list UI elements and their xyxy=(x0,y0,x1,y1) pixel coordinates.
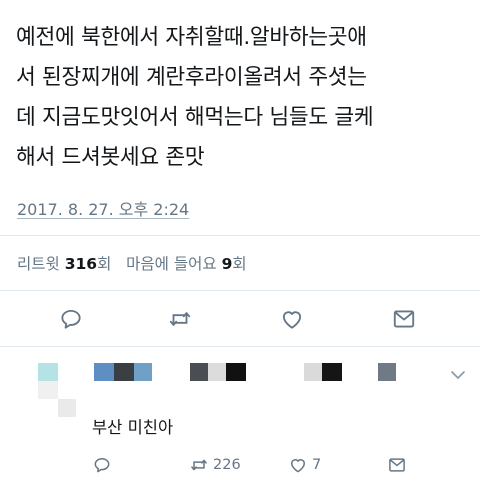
name-pixel xyxy=(190,363,208,381)
reply-reply-button[interactable] xyxy=(92,453,116,477)
retweets-count[interactable]: 316 xyxy=(65,255,97,273)
heart-icon xyxy=(282,311,302,329)
tweet-text-line: 예전에 북한에서 자취할때.알바하는곳애 xyxy=(16,25,367,50)
tweet-text: 예전에 북한에서 자취할때.알바하는곳애 서 된장찌개에 계란후라이올려서 주셧… xyxy=(16,18,468,178)
reply-menu-button[interactable] xyxy=(450,366,466,379)
share-button[interactable] xyxy=(391,306,421,336)
likes-unit: 회 xyxy=(232,255,247,273)
retweets-unit: 회 xyxy=(97,255,112,273)
reply-author-censored xyxy=(0,355,480,425)
heart-icon xyxy=(291,459,305,473)
reply-button[interactable] xyxy=(58,306,88,336)
tweet-text-line: 서 된장찌개에 계란후라이올려서 주셧는 xyxy=(16,65,367,90)
retweets-label: 리트윗 xyxy=(17,255,60,273)
tweet-actions xyxy=(0,306,480,336)
tweet-stats: 리트윗 316회 마음에 들어요 9회 xyxy=(17,252,247,274)
reply-actions: 226 7 xyxy=(0,453,480,477)
reply-like-button[interactable]: 7 xyxy=(288,453,321,477)
share-icon xyxy=(393,310,415,328)
likes-count[interactable]: 9 xyxy=(222,255,233,273)
tweet-text-line: 데 지금도맛잇어서 해먹는다 님들도 글케 xyxy=(16,105,374,130)
avatar-pixel xyxy=(38,363,58,381)
likes-label: 마음에 들어요 xyxy=(126,255,217,273)
chevron-down-icon xyxy=(451,371,465,379)
reply-text: 부산 미친아 xyxy=(92,418,174,437)
name-pixel xyxy=(304,363,322,381)
tweet-timestamp[interactable]: 2017. 8. 27. 오후 2:24 xyxy=(17,196,189,220)
name-pixel xyxy=(322,363,342,381)
name-pixel xyxy=(208,363,226,381)
name-pixel xyxy=(226,363,246,381)
reply-retweet-button[interactable]: 226 xyxy=(189,453,241,477)
reply-like-count: 7 xyxy=(312,457,322,473)
reply-retweet-count: 226 xyxy=(213,457,241,473)
divider xyxy=(0,290,480,291)
divider xyxy=(0,235,480,236)
like-button[interactable] xyxy=(279,306,309,336)
name-pixel xyxy=(378,363,396,381)
avatar-pixel xyxy=(38,381,58,399)
name-pixel xyxy=(114,363,134,381)
tweet-text-line: 해서 드셔봇세요 존맛 xyxy=(16,145,205,170)
name-pixel xyxy=(94,363,114,381)
reply-share-button[interactable] xyxy=(387,453,411,477)
retweet-button[interactable] xyxy=(167,306,197,336)
retweet-icon xyxy=(169,312,191,326)
avatar-pixel xyxy=(58,399,76,417)
name-pixel xyxy=(134,363,152,381)
retweet-icon xyxy=(191,459,207,471)
reply-icon xyxy=(94,458,110,473)
share-icon xyxy=(389,458,405,472)
divider xyxy=(0,346,480,347)
reply-icon xyxy=(61,309,81,329)
